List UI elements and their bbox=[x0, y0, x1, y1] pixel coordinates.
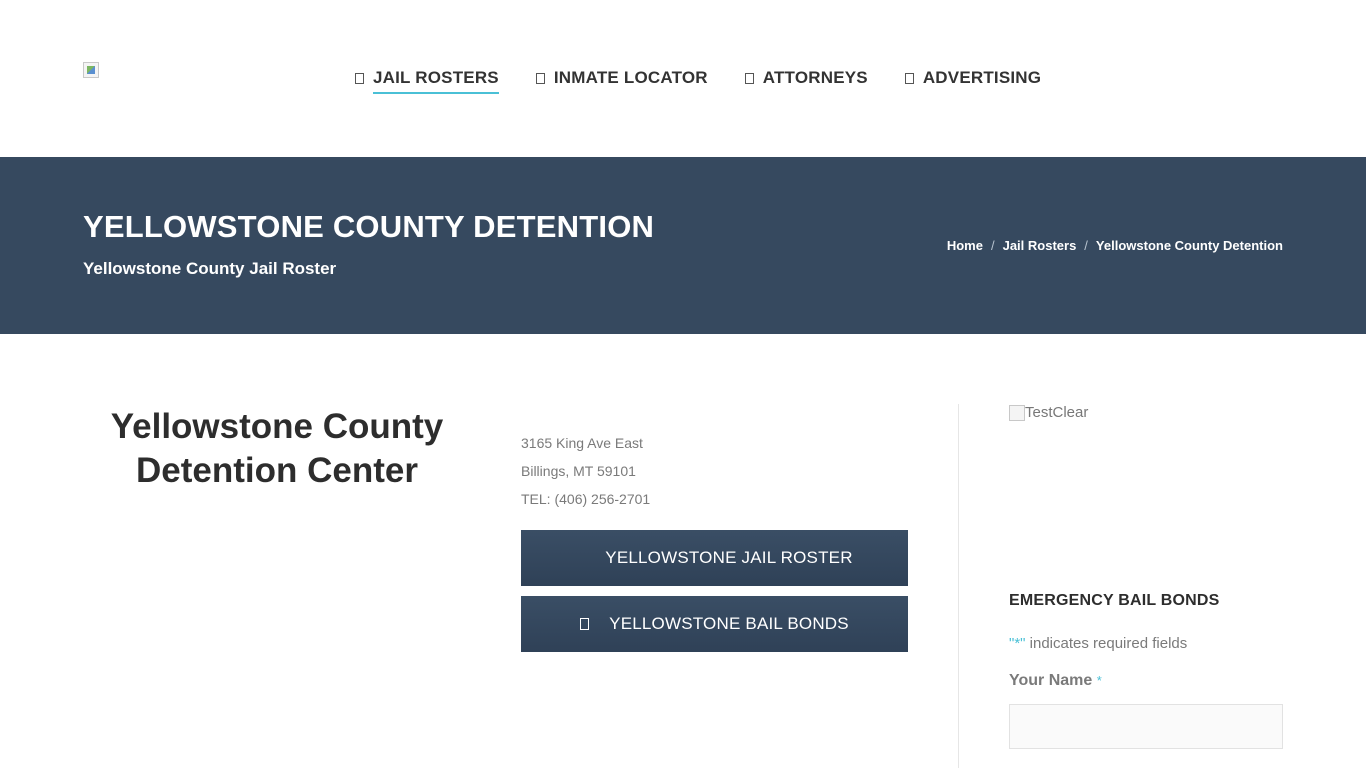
nav-label: INMATE LOCATOR bbox=[553, 68, 708, 87]
site-logo[interactable] bbox=[83, 62, 99, 78]
your-name-label-text: Your Name bbox=[1009, 672, 1093, 689]
nav-label: ADVERTISING bbox=[922, 68, 1042, 87]
main-nav: JAIL ROSTERS INMATE LOCATOR ATTORNEYS AD… bbox=[355, 67, 1078, 94]
bullhorn-icon bbox=[904, 72, 914, 84]
breadcrumb-current: Yellowstone County Detention bbox=[1095, 238, 1283, 253]
sidebar-divider bbox=[958, 404, 959, 768]
nav-item-jail-rosters[interactable]: JAIL ROSTERS bbox=[355, 67, 499, 94]
page-title-bar: YELLOWSTONE COUNTY DETENTION Yellowstone… bbox=[0, 157, 1366, 334]
your-name-label: Your Name * bbox=[1009, 672, 1102, 690]
required-marker: * bbox=[1096, 673, 1102, 688]
required-note-text: indicates required fields bbox=[1025, 635, 1188, 652]
your-name-input[interactable] bbox=[1009, 704, 1283, 749]
nav-item-attorneys[interactable]: ATTORNEYS bbox=[744, 67, 868, 89]
list-icon bbox=[355, 72, 364, 84]
bail-bonds-button[interactable]: YELLOWSTONE BAIL BONDS bbox=[521, 596, 908, 652]
facility-address: 3165 King Ave East Billings, MT 59101 TE… bbox=[521, 429, 650, 513]
breadcrumb: Home / Jail Rosters / Yellowstone County… bbox=[947, 238, 1283, 253]
breadcrumb-separator: / bbox=[1084, 238, 1088, 253]
nav-item-inmate-locator[interactable]: INMATE LOCATOR bbox=[535, 67, 708, 89]
sidebar-ad-image[interactable]: TestClear bbox=[1009, 404, 1088, 421]
phone-icon bbox=[580, 618, 590, 630]
site-header: JAIL ROSTERS INMATE LOCATOR ATTORNEYS AD… bbox=[0, 0, 1366, 157]
button-label: YELLOWSTONE JAIL ROSTER bbox=[605, 548, 853, 567]
breadcrumb-separator: / bbox=[990, 238, 995, 253]
button-label: YELLOWSTONE BAIL BONDS bbox=[609, 614, 849, 633]
required-fields-note: "*" indicates required fields bbox=[1009, 635, 1187, 652]
search-icon bbox=[535, 72, 545, 84]
jail-roster-button[interactable]: YELLOWSTONE JAIL ROSTER bbox=[521, 530, 908, 586]
facility-phone: TEL: (406) 256-2701 bbox=[521, 491, 651, 507]
required-star: "*" bbox=[1009, 635, 1026, 652]
page-title: YELLOWSTONE COUNTY DETENTION bbox=[83, 209, 655, 244]
sidebar-form-title: EMERGENCY BAIL BONDS bbox=[1009, 592, 1220, 609]
breadcrumb-home-link[interactable]: Home bbox=[947, 238, 983, 253]
nav-label: JAIL ROSTERS bbox=[373, 68, 499, 94]
nav-item-advertising[interactable]: ADVERTISING bbox=[904, 67, 1042, 89]
address-line-2: Billings, MT 59101 bbox=[521, 463, 636, 479]
ad-alt-text: TestClear bbox=[1025, 404, 1089, 421]
broken-image-icon bbox=[1009, 404, 1025, 421]
nav-label: ATTORNEYS bbox=[762, 68, 868, 87]
gavel-icon bbox=[744, 72, 754, 84]
breadcrumb-jail-rosters-link[interactable]: Jail Rosters bbox=[1003, 238, 1077, 253]
page-subtitle: Yellowstone County Jail Roster bbox=[83, 259, 337, 278]
facility-name: Yellowstone County Detention Center bbox=[110, 407, 444, 490]
address-line-1: 3165 King Ave East bbox=[521, 435, 643, 451]
